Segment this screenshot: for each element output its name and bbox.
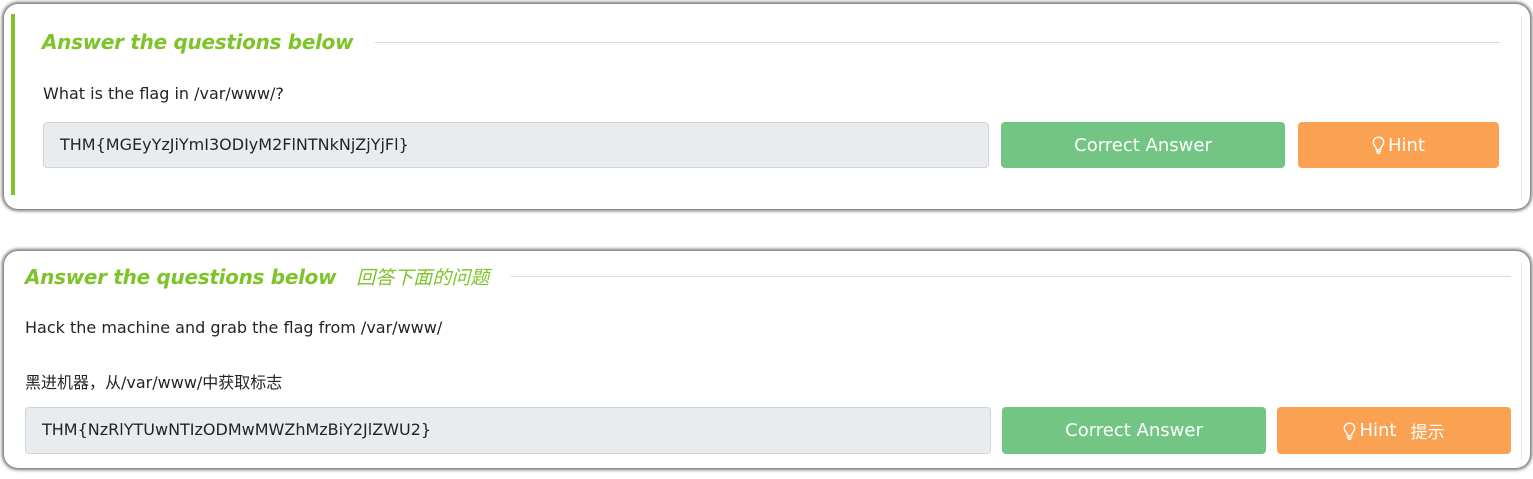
page: Answer the questions below What is the f… bbox=[0, 0, 1533, 479]
hint-button[interactable]: Hint bbox=[1298, 122, 1499, 168]
hint-label: Hint bbox=[1359, 420, 1397, 441]
question-cn-prefix: 黑进机器，从 bbox=[25, 373, 122, 392]
section-heading-cn: 回答下面的问题 bbox=[356, 267, 490, 289]
correct-answer-button[interactable]: Correct Answer bbox=[1002, 407, 1266, 454]
question-text: Hack the machine and grab the flag from … bbox=[25, 318, 443, 337]
answer-field[interactable]: THM{NzRlYTUwNTIzODMwMWZhMzBiY2JlZWU2} bbox=[25, 407, 991, 454]
hint-button[interactable]: Hint 提示 bbox=[1277, 407, 1511, 454]
accent-bar bbox=[11, 14, 15, 195]
question-cn-suffix: 中获取标志 bbox=[202, 373, 283, 392]
lightbulb-icon bbox=[1344, 421, 1356, 440]
heading-divider bbox=[375, 41, 1500, 43]
correct-answer-label: Correct Answer bbox=[1065, 420, 1203, 441]
answer-field[interactable]: THM{MGEyYzJiYmI3ODIyM2FlNTNkNjZjYjFl} bbox=[43, 122, 989, 168]
section-heading: Answer the questions below bbox=[25, 264, 337, 289]
question-text: What is the flag in /var/www/? bbox=[43, 84, 284, 103]
heading-divider bbox=[511, 276, 1511, 277]
question-card-1: Answer the questions below What is the f… bbox=[4, 4, 1530, 209]
question-text-cn: 黑进机器，从/var/www/中获取标志 bbox=[25, 369, 282, 393]
correct-answer-label: Correct Answer bbox=[1074, 134, 1212, 156]
hint-label-cn: 提示 bbox=[1410, 423, 1445, 443]
card-edge bbox=[1521, 16, 1522, 201]
hint-label: Hint bbox=[1387, 134, 1425, 156]
heading-row: Answer the questions below 回答下面的问题 bbox=[25, 263, 1511, 290]
correct-answer-button[interactable]: Correct Answer bbox=[1001, 122, 1285, 168]
question-card-2: Answer the questions below 回答下面的问题 Hack … bbox=[4, 251, 1530, 468]
lightbulb-icon bbox=[1372, 136, 1385, 154]
section-heading: Answer the questions below bbox=[42, 30, 354, 54]
question-cn-path: /var/www/ bbox=[121, 373, 203, 392]
card-edge bbox=[1521, 263, 1522, 460]
heading-row: Answer the questions below bbox=[42, 30, 1500, 54]
